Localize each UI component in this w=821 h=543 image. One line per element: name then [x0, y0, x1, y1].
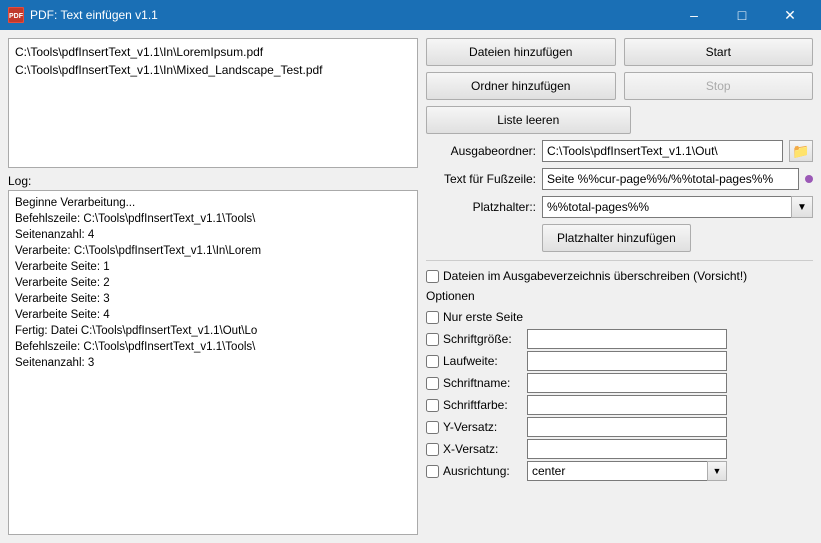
log-line: Fertig: Datei C:\Tools\pdfInsertText_v1.… — [15, 323, 411, 339]
ausrichtung-checkbox[interactable] — [426, 465, 439, 478]
folder-icon: 📁 — [792, 143, 809, 160]
overwrite-checkbox[interactable] — [426, 270, 439, 283]
list-item: C:\Tools\pdfInsertText_v1.1\In\Mixed_Lan… — [15, 61, 411, 79]
close-button[interactable]: ✕ — [767, 0, 813, 30]
schriftfarbe-input[interactable] — [527, 395, 727, 415]
maximize-button[interactable]: □ — [719, 0, 765, 30]
list-item: C:\Tools\pdfInsertText_v1.1\In\LoremIpsu… — [15, 43, 411, 61]
placeholder-label: Platzhalter:: — [426, 200, 536, 214]
option-schriftname: Schriftname: — [426, 373, 813, 393]
log-line: Verarbeite Seite: 3 — [15, 291, 411, 307]
schriftgroesse-label: Schriftgröße: — [443, 332, 523, 346]
left-panel: C:\Tools\pdfInsertText_v1.1\In\LoremIpsu… — [8, 38, 418, 535]
title-text: PDF: Text einfügen v1.1 — [30, 8, 158, 22]
log-line: Verarbeite Seite: 1 — [15, 259, 411, 275]
clear-list-button[interactable]: Liste leeren — [426, 106, 631, 134]
overwrite-row: Dateien im Ausgabeverzeichnis überschrei… — [426, 269, 813, 283]
add-placeholder-row: Platzhalter hinzufügen — [426, 224, 813, 252]
log-container[interactable]: Beginne Verarbeitung...Befehlszeile: C:\… — [8, 190, 418, 535]
laufweite-input[interactable] — [527, 351, 727, 371]
ausrichtung-select-container: center left right ▼ — [527, 461, 727, 481]
log-line: Beginne Verarbeitung... — [15, 195, 411, 211]
footer-text-input[interactable] — [542, 168, 799, 190]
divider — [426, 260, 813, 261]
file-list-content: C:\Tools\pdfInsertText_v1.1\In\LoremIpsu… — [9, 39, 417, 83]
title-bar: PDF PDF: Text einfügen v1.1 – □ ✕ — [0, 0, 821, 30]
laufweite-label: Laufweite: — [443, 354, 523, 368]
output-folder-row: Ausgabeordner: 📁 — [426, 140, 813, 162]
schriftname-input[interactable] — [527, 373, 727, 393]
x-versatz-label: X-Versatz: — [443, 442, 523, 456]
right-panel: Dateien hinzufügen Start Ordner hinzufüg… — [426, 38, 813, 535]
option-y-versatz: Y-Versatz: — [426, 417, 813, 437]
option-nur-erste-seite: Nur erste Seite — [426, 307, 813, 327]
footer-text-label: Text für Fußzeile: — [426, 172, 536, 186]
option-ausrichtung: Ausrichtung: center left right ▼ — [426, 461, 813, 481]
browse-folder-button[interactable]: 📁 — [789, 140, 813, 162]
log-line: Befehlszeile: C:\Tools\pdfInsertText_v1.… — [15, 211, 411, 227]
ausrichtung-select[interactable]: center left right — [527, 461, 727, 481]
schriftgroesse-checkbox[interactable] — [426, 333, 439, 346]
indicator-dot — [805, 175, 813, 183]
log-line: Befehlszeile: C:\Tools\pdfInsertText_v1.… — [15, 339, 411, 355]
log-line: Verarbeite: C:\Tools\pdfInsertText_v1.1\… — [15, 243, 411, 259]
add-files-button[interactable]: Dateien hinzufügen — [426, 38, 616, 66]
output-folder-label: Ausgabeordner: — [426, 144, 536, 158]
schriftfarbe-checkbox[interactable] — [426, 399, 439, 412]
top-buttons-row: Dateien hinzufügen Start — [426, 38, 813, 66]
option-laufweite: Laufweite: — [426, 351, 813, 371]
minimize-button[interactable]: – — [671, 0, 717, 30]
footer-text-row: Text für Fußzeile: — [426, 168, 813, 190]
svg-text:PDF: PDF — [9, 13, 24, 20]
y-versatz-checkbox[interactable] — [426, 421, 439, 434]
nur-erste-seite-label: Nur erste Seite — [443, 310, 523, 324]
option-x-versatz: X-Versatz: — [426, 439, 813, 459]
overwrite-label: Dateien im Ausgabeverzeichnis überschrei… — [443, 269, 747, 283]
title-bar-controls: – □ ✕ — [671, 0, 813, 30]
y-versatz-label: Y-Versatz: — [443, 420, 523, 434]
y-versatz-input[interactable] — [527, 417, 727, 437]
schriftgroesse-input[interactable] — [527, 329, 727, 349]
log-line: Seitenanzahl: 3 — [15, 355, 411, 371]
ausrichtung-label: Ausrichtung: — [443, 464, 523, 478]
placeholder-row: Platzhalter:: %%total-pages%% %%cur-page… — [426, 196, 813, 218]
placeholder-dropdown-container: %%total-pages%% %%cur-page%% %%filename%… — [542, 196, 813, 218]
log-line: Verarbeite Seite: 4 — [15, 307, 411, 323]
x-versatz-input[interactable] — [527, 439, 727, 459]
stop-button[interactable]: Stop — [624, 72, 814, 100]
options-section-label: Optionen — [426, 289, 813, 303]
file-list-container[interactable]: C:\Tools\pdfInsertText_v1.1\In\LoremIpsu… — [8, 38, 418, 168]
app-icon: PDF — [8, 7, 24, 23]
main-content: C:\Tools\pdfInsertText_v1.1\In\LoremIpsu… — [0, 30, 821, 543]
title-bar-left: PDF PDF: Text einfügen v1.1 — [8, 7, 158, 23]
add-folder-button[interactable]: Ordner hinzufügen — [426, 72, 616, 100]
middle-buttons-row: Ordner hinzufügen Stop — [426, 72, 813, 100]
log-section: Log: Beginne Verarbeitung...Befehlszeile… — [8, 174, 418, 535]
options-section: Optionen Nur erste Seite Schriftgröße: L… — [426, 289, 813, 481]
option-schriftfarbe: Schriftfarbe: — [426, 395, 813, 415]
laufweite-checkbox[interactable] — [426, 355, 439, 368]
log-label: Log: — [8, 174, 418, 188]
clear-button-row: Liste leeren — [426, 106, 813, 134]
log-line: Seitenanzahl: 4 — [15, 227, 411, 243]
log-content: Beginne Verarbeitung...Befehlszeile: C:\… — [9, 191, 417, 375]
start-button[interactable]: Start — [624, 38, 814, 66]
add-placeholder-button[interactable]: Platzhalter hinzufügen — [542, 224, 691, 252]
log-line: Verarbeite Seite: 2 — [15, 275, 411, 291]
output-folder-input[interactable] — [542, 140, 783, 162]
nur-erste-seite-checkbox[interactable] — [426, 311, 439, 324]
schriftname-checkbox[interactable] — [426, 377, 439, 390]
schriftname-label: Schriftname: — [443, 376, 523, 390]
placeholder-select[interactable]: %%total-pages%% %%cur-page%% %%filename%… — [542, 196, 813, 218]
schriftfarbe-label: Schriftfarbe: — [443, 398, 523, 412]
x-versatz-checkbox[interactable] — [426, 443, 439, 456]
option-schriftgroesse: Schriftgröße: — [426, 329, 813, 349]
